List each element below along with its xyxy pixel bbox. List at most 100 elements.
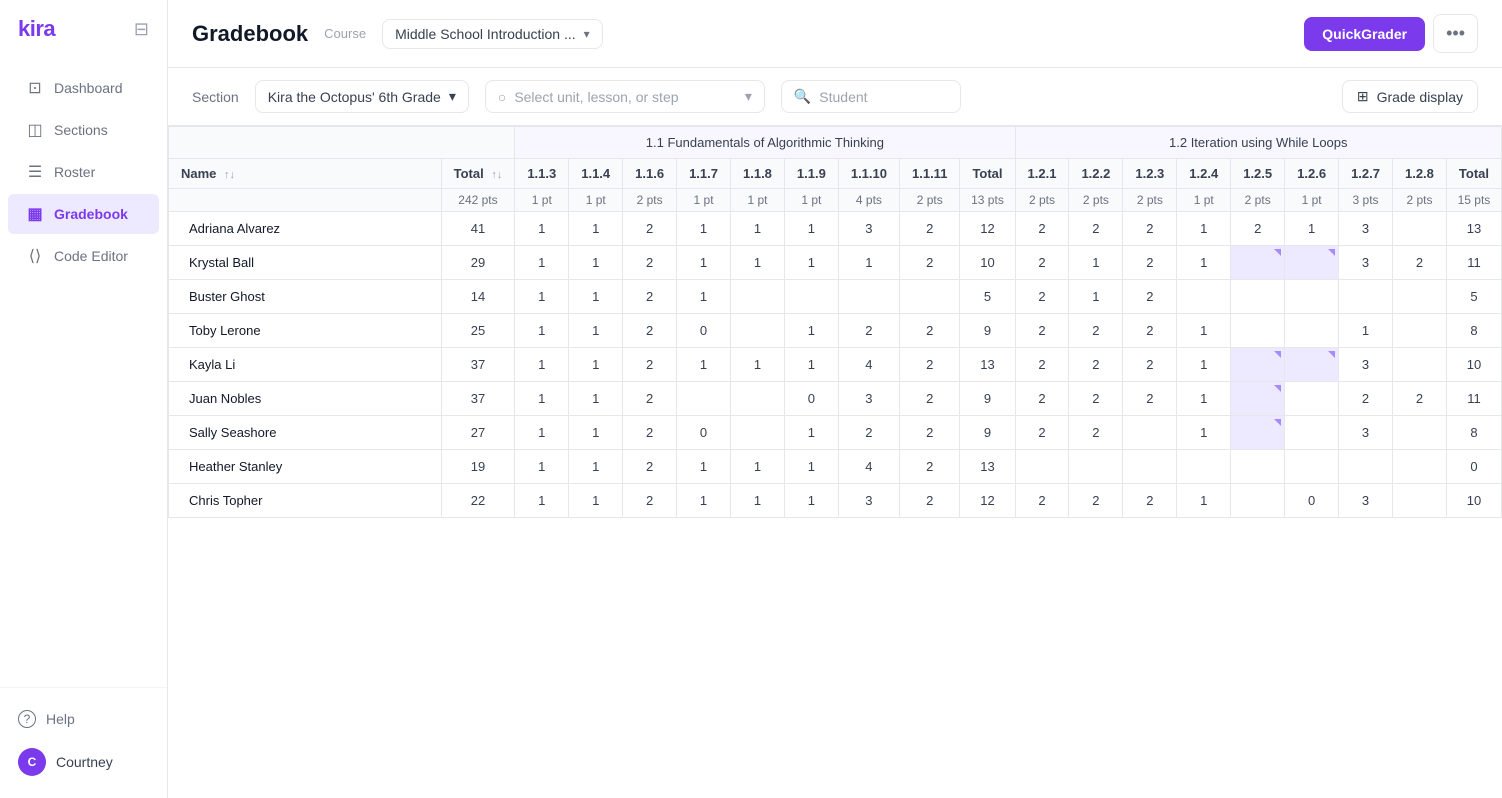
score-cell: 1 [677, 348, 731, 382]
table-row: Toby Lerone2511201229222118 [169, 314, 1502, 348]
course-selector[interactable]: Middle School Introduction ... ▾ [382, 19, 603, 49]
score-cell: 2 [1123, 382, 1177, 416]
col-1-1-11: 1.1.11 [900, 159, 960, 189]
score-cell [1015, 450, 1069, 484]
score-cell [1392, 450, 1446, 484]
section-selector[interactable]: Kira the Octopus' 6th Grade ▾ [255, 80, 469, 113]
student-name: Chris Topher [169, 484, 442, 518]
score-cell: 2 [1015, 416, 1069, 450]
sidebar-item-sections[interactable]: ◫ Sections [8, 110, 159, 150]
section-filter-label: Section [192, 89, 239, 105]
chevron-down-icon: ▾ [584, 27, 590, 41]
user-name: Courtney [56, 754, 113, 770]
sidebar-collapse-button[interactable]: ⊟ [134, 19, 149, 40]
score-cell: 1 [731, 246, 785, 280]
pts-1-1-11: 2 pts [900, 189, 960, 212]
sidebar-item-code-editor-label: Code Editor [54, 248, 128, 264]
score-cell [900, 280, 960, 314]
table-row: Chris Topher22112111321222210310 [169, 484, 1502, 518]
score-cell [838, 280, 899, 314]
pts-g2-total: 15 pts [1446, 189, 1501, 212]
score-cell: 13 [1446, 212, 1501, 246]
col-g2-total: Total [1446, 159, 1501, 189]
score-cell: 2 [1123, 246, 1177, 280]
sidebar-item-dashboard[interactable]: ⊡ Dashboard [8, 68, 159, 108]
pts-1-1-9: 1 pt [784, 189, 838, 212]
sidebar: kira ⊟ ⊡ Dashboard ◫ Sections ☰ Roster ▦… [0, 0, 168, 798]
sidebar-logo-area: kira ⊟ [0, 0, 167, 58]
score-cell [1285, 246, 1339, 280]
col-1-1-8: 1.1.8 [731, 159, 785, 189]
score-cell [1392, 416, 1446, 450]
student-total: 41 [441, 212, 515, 246]
gradebook-table: 1.1 Fundamentals of Algorithmic Thinking… [168, 126, 1502, 518]
sidebar-nav: ⊡ Dashboard ◫ Sections ☰ Roster ▦ Gradeb… [0, 58, 167, 687]
score-cell: 12 [960, 484, 1015, 518]
sections-icon: ◫ [26, 120, 44, 140]
score-cell: 2 [900, 348, 960, 382]
grade-display-icon: ⊞ [1357, 88, 1369, 105]
score-cell: 13 [960, 450, 1015, 484]
col-1-2-8: 1.2.8 [1392, 159, 1446, 189]
score-cell: 1 [1069, 280, 1123, 314]
score-cell: 1 [1177, 416, 1231, 450]
score-cell: 1 [1177, 246, 1231, 280]
score-cell [1392, 348, 1446, 382]
score-cell [1231, 382, 1285, 416]
sidebar-bottom: ? Help C Courtney [0, 687, 167, 798]
score-cell: 1 [569, 314, 623, 348]
more-options-button[interactable]: ••• [1433, 14, 1478, 53]
user-item[interactable]: C Courtney [8, 738, 159, 786]
unit-lesson-selector[interactable]: ○ Select unit, lesson, or step ▾ [485, 80, 765, 113]
score-cell: 2 [900, 484, 960, 518]
score-cell: 0 [1285, 484, 1339, 518]
score-cell: 1 [569, 484, 623, 518]
score-cell: 1 [838, 246, 899, 280]
score-cell [731, 416, 785, 450]
score-cell: 2 [623, 416, 677, 450]
score-cell: 2 [1015, 382, 1069, 416]
score-cell: 0 [1446, 450, 1501, 484]
col-1-1-7: 1.1.7 [677, 159, 731, 189]
score-cell: 1 [515, 246, 569, 280]
header-actions: QuickGrader ••• [1304, 14, 1478, 53]
pts-1-1-6: 2 pts [623, 189, 677, 212]
score-cell: 1 [1177, 484, 1231, 518]
score-cell [1231, 416, 1285, 450]
score-cell: 2 [838, 314, 899, 348]
score-cell: 1 [784, 314, 838, 348]
score-cell: 1 [515, 280, 569, 314]
sidebar-item-gradebook[interactable]: ▦ Gradebook [8, 194, 159, 234]
col-1-2-4: 1.2.4 [1177, 159, 1231, 189]
gradebook-table-container[interactable]: 1.1 Fundamentals of Algorithmic Thinking… [168, 126, 1502, 798]
total-col-header[interactable]: Total ↑↓ [441, 159, 515, 189]
pts-g1-total: 13 pts [960, 189, 1015, 212]
col-1-2-1: 1.2.1 [1015, 159, 1069, 189]
score-cell [1231, 246, 1285, 280]
score-cell: 0 [677, 314, 731, 348]
score-cell: 2 [838, 416, 899, 450]
score-cell: 11 [1446, 382, 1501, 416]
score-cell: 5 [960, 280, 1015, 314]
score-cell: 2 [623, 280, 677, 314]
quickgrader-button[interactable]: QuickGrader [1304, 17, 1425, 51]
score-cell: 2 [900, 416, 960, 450]
grade-display-button[interactable]: ⊞ Grade display [1342, 80, 1478, 113]
score-cell: 1 [784, 348, 838, 382]
pts-1-2-3: 2 pts [1123, 189, 1177, 212]
student-search[interactable]: 🔍 Student [781, 80, 961, 113]
score-cell: 1 [731, 450, 785, 484]
score-cell [1069, 450, 1123, 484]
score-cell: 2 [1069, 416, 1123, 450]
column-id-row: Name ↑↓ Total ↑↓ 1.1.3 1.1.4 1.1.6 1.1.7… [169, 159, 1502, 189]
table-row: Kayla Li3711211142132221310 [169, 348, 1502, 382]
help-item[interactable]: ? Help [8, 700, 159, 738]
sidebar-item-code-editor[interactable]: ⟨⟩ Code Editor [8, 236, 159, 276]
score-cell: 3 [838, 382, 899, 416]
unit-chevron-icon: ▾ [745, 88, 752, 105]
name-col-header[interactable]: Name ↑↓ [169, 159, 442, 189]
sidebar-item-roster[interactable]: ☰ Roster [8, 152, 159, 192]
score-cell: 1 [569, 382, 623, 416]
student-total: 22 [441, 484, 515, 518]
help-label: Help [46, 711, 75, 727]
